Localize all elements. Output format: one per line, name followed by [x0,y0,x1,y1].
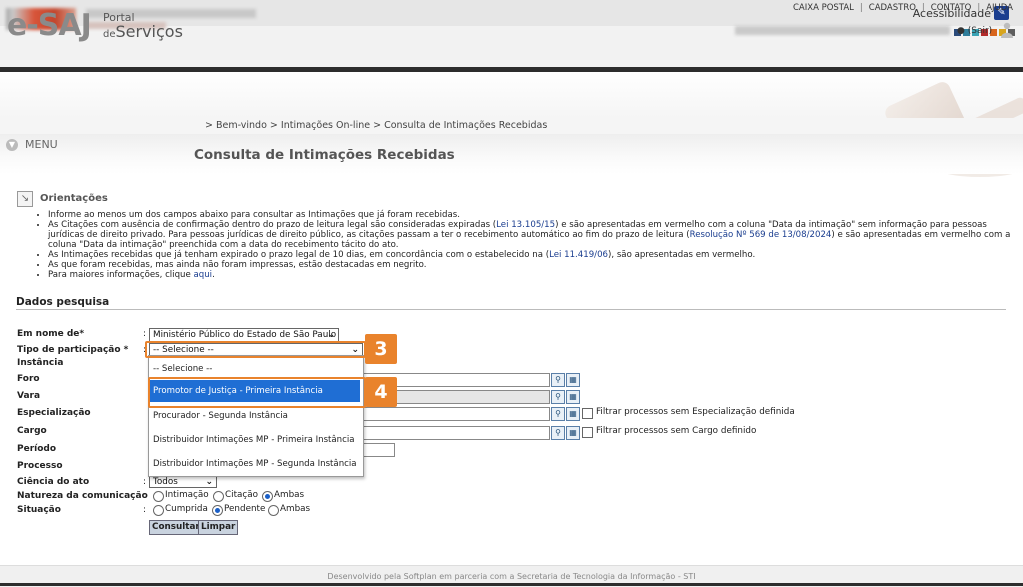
natureza-citacao-radio[interactable] [213,491,224,502]
step4-highlight [148,377,366,408]
natureza-ambas-label: Ambas [274,490,305,500]
situacao-pendente-radio[interactable] [212,505,223,516]
dropdown-option[interactable]: Distribuidor Intimações MP - Segunda Ins… [153,459,357,469]
natureza-citacao-label: Citação [225,490,259,500]
link-caixa-postal[interactable]: CAIXA POSTAL [793,3,854,13]
de-word: de [103,29,116,40]
step4-badge: 4 [365,377,397,407]
tipo-participacao-dropdown: -- Selecione -- Procurador - Segunda Ins… [148,355,364,477]
label-foro: Foro [17,374,40,384]
dropdown-option[interactable]: Procurador - Segunda Instância [153,411,288,421]
link-lei-11419[interactable]: Lei 11.419/06 [549,250,608,260]
label-especializacao: Especialização [17,408,91,418]
top-links: CAIXA POSTAL | CADASTRO | CONTATO | AJUD… [793,3,1013,13]
natureza-intimacao-radio[interactable] [153,491,164,502]
label-situacao: Situação [17,505,61,515]
search-icon[interactable]: ⚲ [551,407,565,421]
link-cadastro[interactable]: CADASTRO [869,3,916,13]
servicos-word: Serviços [115,22,183,41]
step3-highlight [145,341,366,358]
breadcrumb[interactable]: > Bem-vindo > Intimações On-line > Consu… [205,120,547,131]
em-nome-de-select[interactable]: Ministério Público do Estado de São Paul… [149,328,339,342]
chevron-down-icon[interactable]: ▼ [6,139,18,151]
ciencia-select[interactable]: Todos ⌄ [149,476,217,488]
list-item: Informe ao menos um dos campos abaixo pa… [48,210,1023,220]
list-item: As Intimações recebidas que já tenham ex… [48,250,1023,260]
page-title: Consulta de Intimações Recebidas [194,147,455,163]
periodo-end-input[interactable] [362,443,395,457]
natureza-ambas-radio[interactable] [262,491,273,502]
colon: : [143,491,147,501]
label-em-nome-de: Em nome de* [17,329,85,339]
link-ajuda[interactable]: AJUDA [986,3,1013,13]
list-item: As Citações com ausência de confirmação … [48,220,1023,250]
search-icon[interactable]: ⚲ [551,373,565,387]
footer-text: Desenvolvido pela Softplan em parceria c… [327,572,696,581]
label-natureza: Natureza da comunicação [17,491,148,501]
label-ciencia: Ciência do ato [17,477,90,487]
dropdown-option[interactable]: -- Selecione -- [153,364,212,374]
search-icon[interactable]: ⚲ [551,426,565,440]
situacao-cumprida-radio[interactable] [153,505,164,516]
orientacoes-title: Orientações [40,193,108,204]
colon: : [143,477,147,487]
filtrar-especializacao-label: Filtrar processos sem Especialização def… [596,407,795,417]
section-title: Dados pesquisa [16,296,110,308]
user-icon [1001,22,1013,38]
list-icon[interactable]: ▦ [566,373,580,387]
situacao-pendente-label: Pendente [224,504,266,514]
especializacao-input[interactable] [362,407,550,421]
arrow-down-right-icon[interactable]: ↘ [17,191,33,207]
filtrar-especializacao-checkbox[interactable] [582,408,593,419]
cargo-input[interactable] [362,426,550,440]
situacao-ambas-label: Ambas [280,504,311,514]
dropdown-option[interactable]: Distribuidor Intimações MP - Primeira In… [153,435,355,445]
filtrar-cargo-checkbox[interactable] [582,427,593,438]
situacao-ambas-radio[interactable] [268,505,279,516]
natureza-intimacao-label: Intimação [165,490,209,500]
list-icon[interactable]: ▦ [566,390,580,404]
situacao-cumprida-label: Cumprida [165,504,208,514]
link-contato[interactable]: CONTATO [931,3,972,13]
menu-toggle[interactable]: MENU [25,138,58,151]
label-tipo-participacao: Tipo de participação * [17,345,129,355]
logout-link[interactable]: ● (Sair) [957,26,992,36]
section-divider [16,309,1006,310]
link-resolucao-569[interactable]: Resolução Nº 569 de 13/08/2024 [690,230,832,240]
colon: : [143,329,147,339]
link-aqui[interactable]: aqui [194,270,213,280]
colon: : [143,505,147,515]
consultar-button[interactable]: Consultar [149,520,203,535]
limpar-button[interactable]: Limpar [198,520,239,535]
orientacoes-list: Informe ao menos um dos campos abaixo pa… [34,210,1023,280]
list-item: Para maiores informações, clique aqui. [48,270,1023,280]
chevron-down-icon: ⌄ [327,330,335,340]
filtrar-cargo-label: Filtrar processos sem Cargo definido [596,426,757,436]
label-cargo: Cargo [17,426,47,436]
user-name-blurred [735,26,950,35]
link-lei-13105[interactable]: Lei 13.105/15 [496,220,555,230]
label-processo: Processo [17,461,63,471]
esaj-logo[interactable]: e-SAJ [7,8,92,43]
menu-band [0,134,1023,174]
chevron-down-icon: ⌄ [205,477,213,487]
step3-badge: 3 [365,334,397,364]
search-icon[interactable]: ⚲ [551,390,565,404]
label-periodo: Período [17,444,57,454]
servicos-label: deServiços [103,22,183,41]
label-instancia: Instância [17,358,64,368]
list-icon[interactable]: ▦ [566,407,580,421]
list-item: As que foram recebidas, mas ainda não fo… [48,260,1023,270]
list-icon[interactable]: ▦ [566,426,580,440]
label-vara: Vara [17,391,41,401]
